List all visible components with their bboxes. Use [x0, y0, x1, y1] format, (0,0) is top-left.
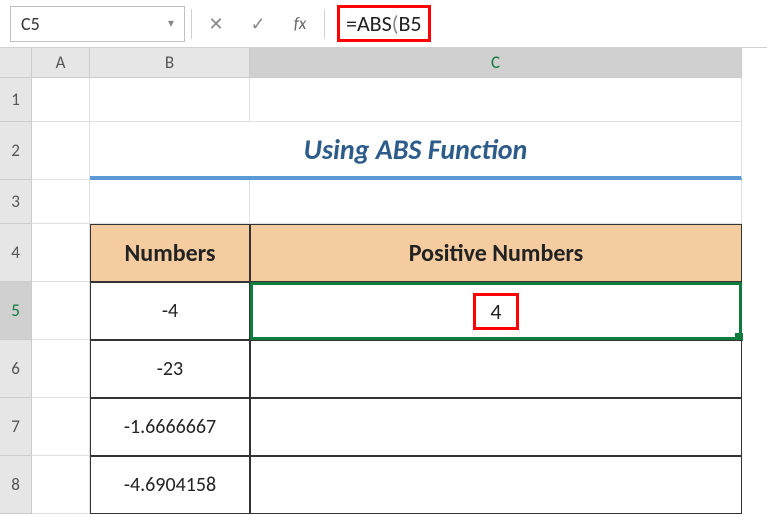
cell-b8[interactable]: -4.6904158 — [90, 456, 250, 514]
cell-c7[interactable] — [250, 398, 742, 456]
table-header-numbers[interactable]: Numbers — [90, 224, 250, 282]
row-header-3[interactable]: 3 — [0, 180, 32, 224]
grid-rows: Using ABS Function Numbers Positive Numb… — [32, 78, 767, 514]
grid-row-4: Numbers Positive Numbers — [32, 224, 767, 282]
row-header-6[interactable]: 6 — [0, 340, 32, 398]
column-headers: A B C — [32, 48, 767, 78]
grid-row-3 — [32, 180, 767, 224]
grid-row-1 — [32, 78, 767, 122]
cell-a4[interactable] — [32, 224, 90, 282]
grid-row-7: -1.6666667 — [32, 398, 767, 456]
formula-bar: C5 ▾ ✕ ✓ fx =ABS(B5 — [0, 0, 767, 48]
cell-a7[interactable] — [32, 398, 90, 456]
cell-b5[interactable]: -4 — [90, 282, 250, 340]
cell-b1[interactable] — [90, 78, 250, 122]
grid-row-6: -23 — [32, 340, 767, 398]
cell-a8[interactable] — [32, 456, 90, 514]
cell-c1[interactable] — [250, 78, 742, 122]
cell-c3[interactable] — [250, 180, 742, 224]
cancel-icon[interactable]: ✕ — [198, 7, 234, 41]
row-header-8[interactable]: 8 — [0, 456, 32, 514]
divider — [191, 9, 192, 39]
title-cell[interactable]: Using ABS Function — [90, 122, 742, 180]
formula-input[interactable]: =ABS(B5 — [331, 5, 757, 42]
cell-a5[interactable] — [32, 282, 90, 340]
row-header-7[interactable]: 7 — [0, 398, 32, 456]
cell-b6[interactable]: -23 — [90, 340, 250, 398]
row-header-2[interactable]: 2 — [0, 122, 32, 180]
grid-left-side: 1 2 3 4 5 6 7 8 — [0, 48, 32, 515]
grid-row-5: -4 4 — [32, 282, 767, 340]
select-all-corner[interactable] — [0, 48, 32, 78]
cell-b3[interactable] — [90, 180, 250, 224]
formula-arg: B5 — [398, 10, 421, 37]
grid-row-8: -4.6904158 — [32, 456, 767, 514]
confirm-icon[interactable]: ✓ — [240, 7, 276, 41]
cell-a1[interactable] — [32, 78, 90, 122]
cell-a3[interactable] — [32, 180, 90, 224]
col-header-b[interactable]: B — [90, 48, 250, 78]
cell-a2[interactable] — [32, 122, 90, 180]
formula-highlight: =ABS(B5 — [337, 5, 431, 42]
cell-c8[interactable] — [250, 456, 742, 514]
grid-body: A B C Using ABS Function Numbers — [32, 48, 767, 515]
chevron-down-icon[interactable]: ▾ — [168, 16, 174, 31]
spreadsheet-grid: 1 2 3 4 5 6 7 8 A B C Using ABS Function — [0, 48, 767, 515]
name-box-value: C5 — [21, 13, 40, 35]
divider — [324, 9, 325, 39]
formula-prefix: =ABS — [346, 10, 392, 37]
cell-b7[interactable]: -1.6666667 — [90, 398, 250, 456]
row-header-4[interactable]: 4 — [0, 224, 32, 282]
row-header-5[interactable]: 5 — [0, 282, 32, 340]
cell-c6[interactable] — [250, 340, 742, 398]
row-headers: 1 2 3 4 5 6 7 8 — [0, 78, 32, 514]
fx-icon[interactable]: fx — [282, 13, 318, 34]
col-header-a[interactable]: A — [32, 48, 90, 78]
col-header-c[interactable]: C — [250, 48, 742, 78]
grid-row-2: Using ABS Function — [32, 122, 767, 180]
result-highlight: 4 — [473, 293, 518, 330]
cell-c5-selected[interactable]: 4 — [250, 282, 742, 340]
row-header-1[interactable]: 1 — [0, 78, 32, 122]
name-box[interactable]: C5 ▾ — [10, 6, 185, 42]
table-header-positive[interactable]: Positive Numbers — [250, 224, 742, 282]
cell-a6[interactable] — [32, 340, 90, 398]
